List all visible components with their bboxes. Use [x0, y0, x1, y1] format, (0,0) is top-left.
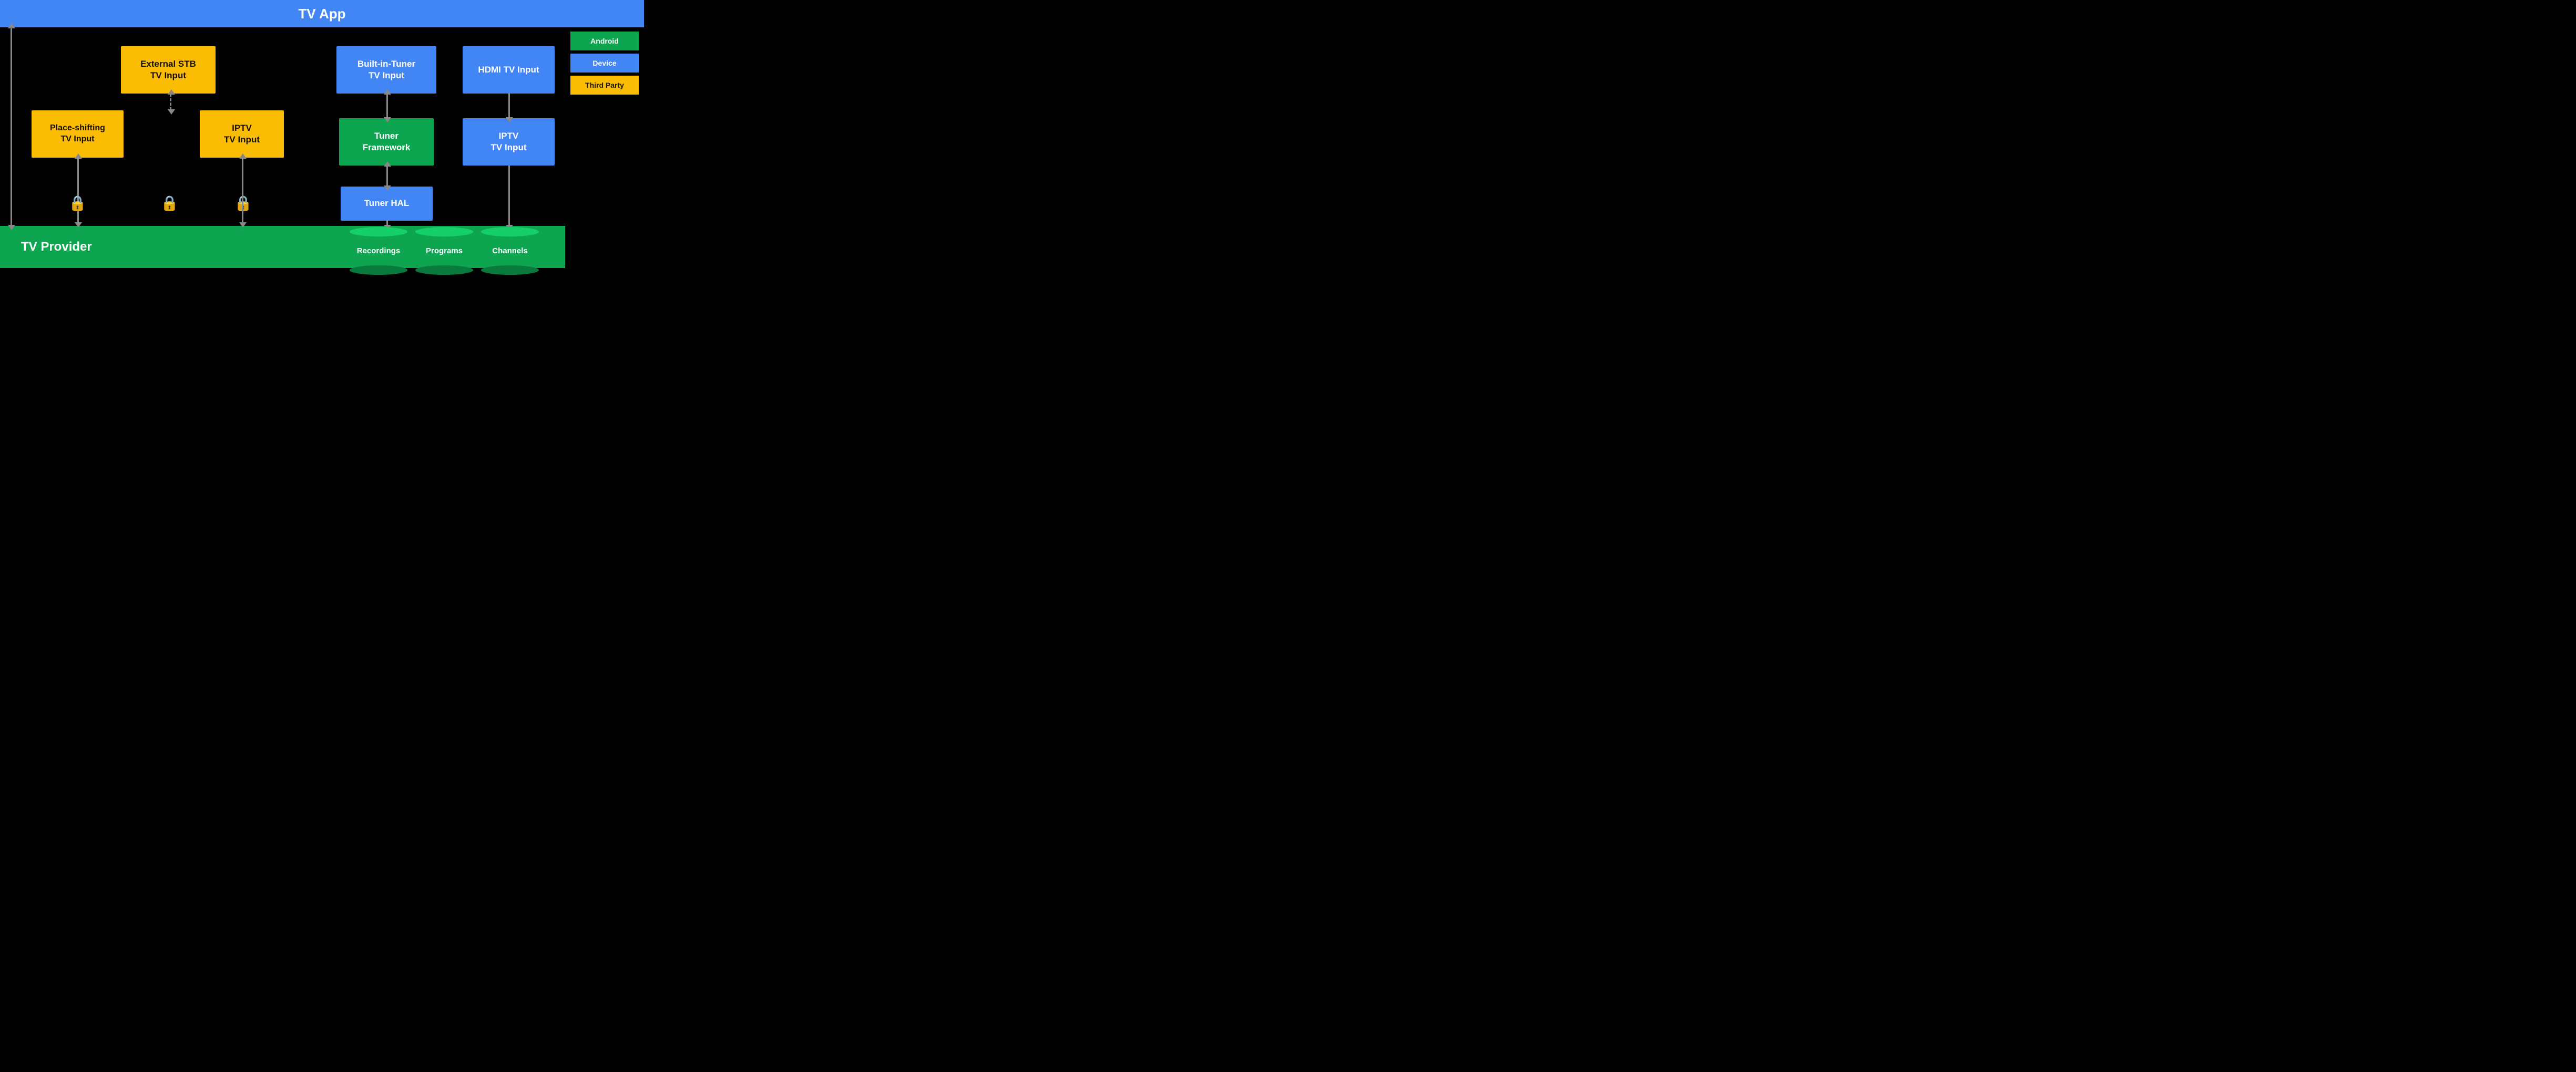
legend: Android Device Third Party [570, 32, 639, 95]
hdmi-down-arrow [508, 94, 510, 118]
iptv-left-box: IPTVTV Input [200, 110, 284, 158]
tv-app-header: TV App [0, 0, 644, 27]
iptv-right-box: IPTVTV Input [463, 118, 555, 166]
legend-android: Android [570, 32, 639, 50]
tv-provider-footer: TV Provider [0, 226, 565, 268]
lock-icon-2: 🔒 [160, 194, 179, 212]
tv-app-title: TV App [298, 6, 345, 22]
tuner-hal-box: Tuner HAL [341, 187, 433, 221]
legend-thirdparty: Third Party [570, 76, 639, 95]
external-stb-dashed-arrow [170, 94, 171, 110]
tuner-input-to-framework-arrow [386, 94, 388, 118]
programs-cylinder: Programs [415, 227, 473, 275]
place-shifting-box: Place-shiftingTV Input [32, 110, 124, 158]
iptv-right-down-arrow [508, 166, 510, 226]
framework-to-hal-arrow [386, 166, 388, 187]
tv-provider-title: TV Provider [21, 240, 92, 254]
place-shifting-arrow [77, 158, 79, 223]
hal-down-arrow [386, 221, 388, 226]
external-stb-box: External STBTV Input [121, 46, 216, 94]
legend-device: Device [570, 54, 639, 73]
hdmi-tv-input-box: HDMI TV Input [463, 46, 555, 94]
iptv-left-arrow [242, 158, 243, 223]
tuner-framework-box: TunerFramework [339, 118, 434, 166]
recordings-cylinder: Recordings [350, 227, 407, 275]
built-in-tuner-box: Built-in-TunerTV Input [336, 46, 436, 94]
lock-icon-1: 🔒 [68, 194, 87, 212]
channels-cylinder: Channels [481, 227, 539, 275]
main-vertical-arrow [11, 27, 12, 226]
